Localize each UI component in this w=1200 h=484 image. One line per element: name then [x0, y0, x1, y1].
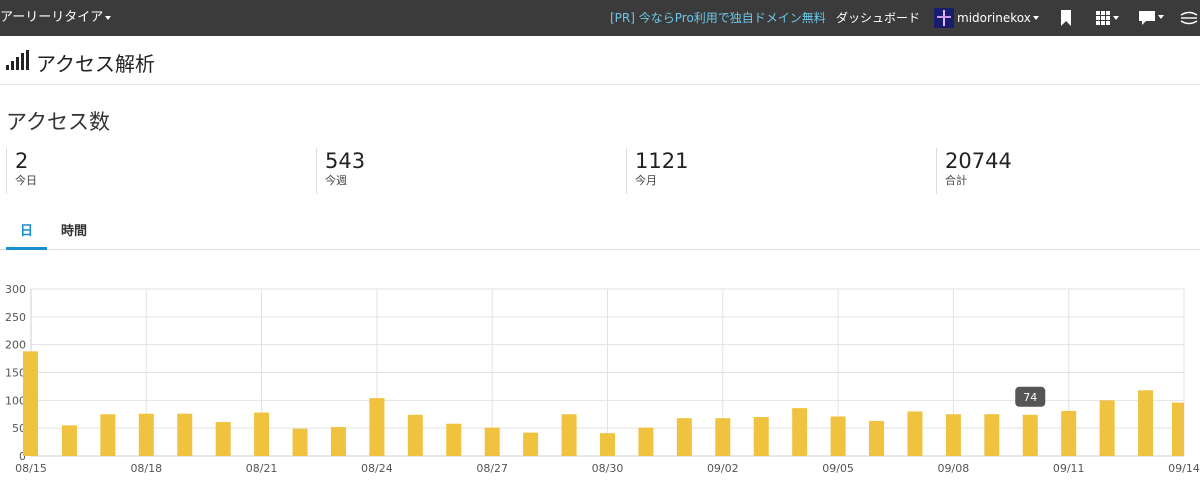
chart-bar[interactable]	[61, 425, 77, 456]
chart-bar[interactable]	[715, 418, 731, 456]
avatar	[934, 8, 954, 28]
chart-bar[interactable]	[561, 414, 577, 456]
chart-bar[interactable]	[792, 408, 808, 456]
y-tick-label: 150	[5, 367, 26, 380]
chart-bar[interactable]	[254, 412, 270, 456]
chart-bar[interactable]	[100, 414, 116, 456]
y-tick-label: 100	[5, 394, 26, 407]
x-tick-label: 08/24	[361, 462, 393, 475]
stat-value: 2	[15, 149, 29, 173]
chart-bar[interactable]	[1138, 390, 1154, 456]
tab-day[interactable]: 日	[6, 219, 47, 250]
chart-bar[interactable]	[215, 422, 231, 456]
y-tick-label: 200	[5, 339, 26, 352]
stat-value: 543	[325, 149, 366, 173]
chart-bar[interactable]	[330, 427, 346, 456]
username: midorinekox	[957, 11, 1031, 25]
bookmark-icon[interactable]	[1060, 0, 1072, 36]
tab-hour[interactable]: 時間	[54, 219, 94, 247]
x-tick-label: 09/14	[1168, 462, 1200, 475]
chart-bar[interactable]	[484, 427, 500, 456]
more-icon[interactable]	[1180, 0, 1198, 36]
stat-total: 20744 合計	[936, 148, 1012, 194]
access-bar-chart: 05010015020025030008/15 08/18 08/21 08/24 08…	[5, 283, 1200, 475]
chart-bar[interactable]	[292, 428, 308, 456]
stat-label: 今月	[635, 174, 657, 187]
stat-label: 今日	[15, 174, 37, 187]
y-tick-label: 250	[5, 311, 26, 324]
grid-menu-icon[interactable]	[1096, 0, 1120, 36]
stat-label: 今週	[325, 174, 347, 187]
x-tick-label: 08/15	[15, 462, 47, 475]
chevron-down-icon	[1032, 16, 1039, 20]
chart-bar[interactable]	[984, 414, 1000, 456]
chart-bar[interactable]	[369, 398, 385, 456]
chart-bar[interactable]	[177, 413, 193, 456]
dashboard-link[interactable]: ダッシュボード	[836, 0, 920, 36]
stat-week: 543 今週	[316, 148, 365, 194]
signal-bars-icon	[6, 50, 30, 70]
chart-bar[interactable]	[1022, 414, 1038, 456]
stat-month: 1121 今月	[626, 148, 688, 194]
chart-bar[interactable]	[638, 427, 654, 456]
chart-bar[interactable]	[23, 351, 38, 456]
chart-bar[interactable]	[407, 414, 423, 456]
comment-icon[interactable]	[1139, 0, 1165, 36]
stat-value: 1121	[635, 149, 689, 173]
pro-promo-link[interactable]: [PR] 今ならPro利用で独自ドメイン無料	[610, 0, 826, 36]
y-tick-label: 300	[5, 283, 26, 296]
top-navigation-bar: アーリーリタイア [PR] 今ならPro利用で独自ドメイン無料 ダッシュボード …	[0, 0, 1200, 36]
blog-name: アーリーリタイア	[0, 10, 104, 25]
chart-bar[interactable]	[830, 416, 846, 456]
period-tabs: 日 時間	[0, 219, 1200, 250]
chevron-down-icon	[105, 15, 112, 20]
x-tick-label: 08/30	[592, 462, 624, 475]
chart-bar[interactable]	[676, 418, 692, 456]
chart-bar[interactable]	[138, 413, 154, 456]
chart-bar[interactable]	[907, 411, 923, 456]
x-tick-label: 09/05	[822, 462, 854, 475]
chart-tooltip-value: 74	[1023, 391, 1037, 404]
chart-bar[interactable]	[945, 414, 961, 456]
stat-label: 合計	[945, 174, 967, 187]
stat-today: 2 今日	[6, 148, 37, 194]
x-tick-label: 09/08	[938, 462, 970, 475]
chart-bar[interactable]	[753, 417, 769, 456]
x-tick-label: 09/11	[1053, 462, 1085, 475]
chart-bar[interactable]	[446, 423, 462, 456]
chart-bar[interactable]	[1099, 400, 1115, 456]
x-tick-label: 08/27	[476, 462, 508, 475]
chart-bar[interactable]	[523, 432, 539, 456]
chart-bar[interactable]	[600, 433, 615, 456]
chart-bar[interactable]	[869, 420, 885, 456]
stat-value: 20744	[945, 149, 1012, 173]
x-tick-label: 08/18	[130, 462, 162, 475]
chart-bar[interactable]	[1061, 410, 1077, 456]
x-tick-label: 08/21	[246, 462, 278, 475]
blog-name-menu[interactable]: アーリーリタイア	[0, 0, 112, 36]
section-title: アクセス数	[6, 110, 110, 134]
chart-bar[interactable]	[1172, 402, 1184, 456]
user-menu[interactable]: midorinekox	[934, 0, 1039, 36]
page-header: アクセス解析	[0, 36, 1200, 85]
x-tick-label: 09/02	[707, 462, 739, 475]
page-title: アクセス解析	[36, 52, 155, 76]
